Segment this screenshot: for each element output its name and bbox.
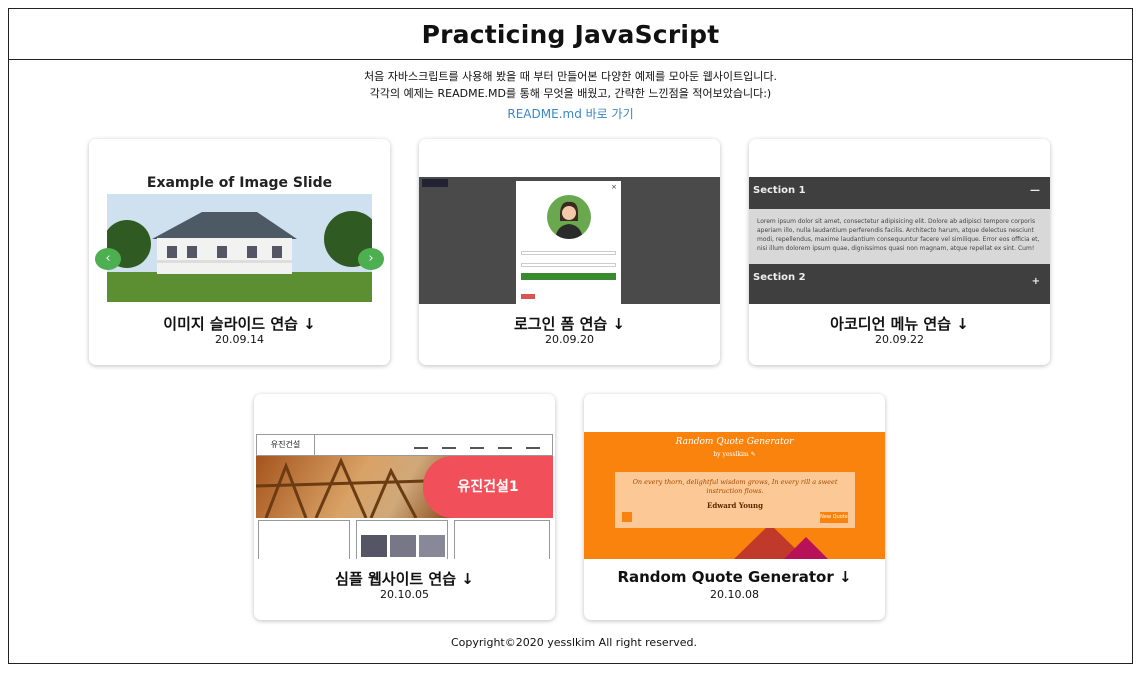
avatar-icon (547, 195, 591, 239)
card-accordion[interactable]: Section 1 — Lorem ipsum dolor sit amet, … (749, 139, 1050, 365)
card-title: 로그인 폼 연습 ↓ (513, 315, 626, 333)
readme-link[interactable]: README.md 바로 가기 (507, 105, 633, 122)
card-thumbnail: Section 1 — Lorem ipsum dolor sit amet, … (749, 177, 1050, 304)
intro-section: 처음 자바스크립트를 사용해 봤을 때 부터 만들어본 다양한 예제를 모아둔 … (9, 68, 1132, 122)
card-thumbnail: × (419, 177, 720, 304)
accordion-section-1: Section 1 — (749, 177, 1050, 209)
login-button (521, 273, 616, 280)
gallery-image (361, 535, 387, 557)
card-thumbnail: 유진건설 유진건설1 (254, 434, 555, 559)
card-thumbnail: Example of Image Slide ‹ › (89, 175, 390, 302)
slide-prev-icon: ‹ (95, 248, 121, 270)
accordion-panel: Lorem ipsum dolor sit amet, consectetur … (749, 209, 1050, 264)
card-title: 이미지 슬라이드 연습 ↓ (163, 315, 316, 333)
card-simple-website[interactable]: 유진건설 유진건설1 심플 웹사이트 연습 ↓ 20.10.05 (254, 394, 555, 620)
site-gallery-box (356, 520, 448, 559)
intro-line-1: 처음 자바스크립트를 사용해 봤을 때 부터 만들어본 다양한 예제를 모아둔 … (364, 70, 777, 83)
close-icon: × (611, 183, 617, 191)
card-thumbnail: Random Quote Generator by yesslkim ✎ On … (584, 432, 885, 559)
card-date: 20.09.22 (875, 333, 924, 346)
slide-next-icon: › (358, 248, 384, 270)
card-login-form[interactable]: × 로그인 폼 연습 ↓ 20.09.20 (419, 139, 720, 365)
username-field (521, 251, 616, 255)
site-nav (414, 447, 544, 449)
card-date: 20.09.14 (215, 333, 264, 346)
gallery-image (419, 535, 445, 557)
section-1-label: Section 1 (753, 185, 806, 196)
page-title: Practicing JavaScript (421, 19, 720, 49)
section-2-label: Section 2 (753, 272, 806, 283)
cancel-button (521, 294, 535, 299)
site-banner: 유진건설1 (256, 456, 553, 518)
page-header: Practicing JavaScript (9, 9, 1132, 60)
quote-box: On every thorn, delightful wisdom grows,… (615, 472, 855, 528)
gallery-image (390, 535, 416, 557)
card-title: 아코디언 메뉴 연습 ↓ (830, 315, 969, 333)
expand-icon: + (1031, 276, 1040, 287)
quote-app-author: by yesslkim ✎ (713, 451, 756, 458)
card-title: Random Quote Generator ↓ (617, 568, 852, 586)
collapse-icon: — (1030, 185, 1040, 196)
twitter-icon (622, 512, 632, 522)
site-shortcut-box (454, 520, 550, 559)
site-logo: 유진건설 (257, 435, 315, 455)
card-date: 20.09.20 (545, 333, 594, 346)
footer-copyright: Copyright©2020 yesslkim All right reserv… (451, 636, 697, 649)
quote-author: Edward Young (707, 501, 763, 510)
site-notice-box (258, 520, 350, 559)
login-modal: × (516, 181, 621, 304)
new-quote-button: New Quote (820, 512, 848, 523)
login-open-button (422, 179, 448, 187)
card-date: 20.10.05 (380, 588, 429, 601)
site-banner-title: 유진건설1 (423, 456, 553, 518)
intro-line-2: 각각의 예제는 README.MD를 통해 무엇을 배웠고, 간략한 느낀점을 … (369, 87, 772, 100)
card-date: 20.10.08 (710, 588, 759, 601)
decor-triangle (784, 537, 828, 559)
quote-app-title: Random Quote Generator (675, 437, 794, 447)
house-image (107, 194, 372, 302)
card-image-slide[interactable]: Example of Image Slide ‹ › 이미지 슬라이드 연습 ↓… (89, 139, 390, 365)
quote-text: On every thorn, delightful wisdom grows,… (632, 478, 838, 495)
site-header: 유진건설 (256, 434, 553, 456)
password-field (521, 263, 616, 267)
card-random-quote[interactable]: Random Quote Generator by yesslkim ✎ On … (584, 394, 885, 620)
accordion-section-2: Section 2 + (749, 264, 1050, 304)
thumb-heading: Example of Image Slide (146, 175, 333, 191)
card-title: 심플 웹사이트 연습 ↓ (335, 570, 474, 588)
